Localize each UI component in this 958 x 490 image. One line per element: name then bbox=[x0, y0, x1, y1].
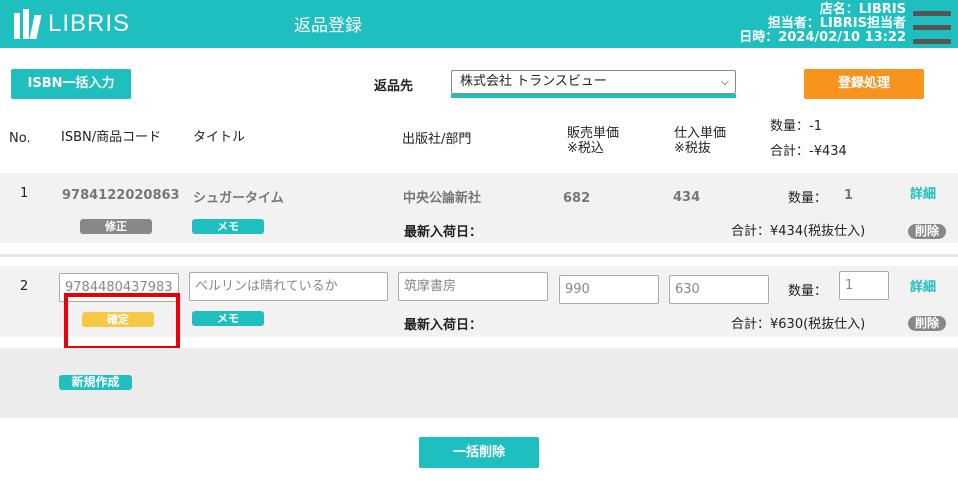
hamburger-menu-button[interactable] bbox=[913, 11, 951, 45]
edit-button[interactable]: 修正 bbox=[80, 219, 152, 234]
logo-text: LIBRIS bbox=[48, 10, 131, 37]
total-sum: 合計：-¥434 bbox=[770, 144, 847, 159]
title-input[interactable]: ベルリンは晴れているか bbox=[189, 272, 388, 301]
row-sale-price: 682 bbox=[563, 191, 591, 206]
memo-button[interactable]: メモ bbox=[192, 311, 264, 326]
col-sale-price-note: ※税込 bbox=[567, 141, 604, 156]
new-create-button[interactable]: 新規作成 bbox=[59, 375, 132, 390]
libris-logo-icon bbox=[14, 9, 42, 39]
sale-price-input[interactable]: 990 bbox=[559, 275, 659, 304]
total-quantity: 数量：-1 bbox=[770, 119, 822, 134]
row-qty-label: 数量： bbox=[788, 284, 828, 299]
return-to-select[interactable]: 株式会社 トランスビュー ⌵ bbox=[451, 70, 736, 94]
publisher-input[interactable]: 筑摩書房 bbox=[398, 272, 548, 301]
store-name: 店名：LIBRIS bbox=[819, 2, 906, 17]
row-title: シュガータイム bbox=[193, 191, 284, 206]
col-no: No. bbox=[9, 131, 31, 146]
header-info: 店名：LIBRIS 担当者：LIBRIS担当者 日時：2024/02/10 13… bbox=[739, 3, 906, 45]
page-title: 返品登録 bbox=[294, 16, 362, 36]
row-divider bbox=[0, 254, 958, 257]
bulk-delete-button[interactable]: 一括削除 bbox=[419, 437, 539, 468]
row-no: 2 bbox=[20, 279, 29, 294]
new-row-area bbox=[0, 348, 958, 418]
row-isbn: 9784122020863 bbox=[62, 188, 180, 203]
row-subtotal: 合計：¥630(税抜仕入) bbox=[731, 317, 866, 332]
row-qty-label: 数量： bbox=[788, 191, 828, 206]
datetime: 日時：2024/02/10 13:22 bbox=[739, 30, 906, 45]
col-isbn: ISBN/商品コード bbox=[61, 130, 162, 145]
return-to-value: 株式会社 トランスビュー bbox=[460, 74, 607, 89]
latest-arrival-label: 最新入荷日： bbox=[404, 225, 483, 240]
memo-button[interactable]: メモ bbox=[192, 219, 264, 234]
register-button[interactable]: 登録処理 bbox=[804, 69, 924, 99]
return-to-label: 返品先 bbox=[374, 79, 414, 94]
select-underline bbox=[451, 94, 736, 98]
delete-button[interactable]: 削除 bbox=[908, 316, 946, 331]
latest-arrival-label: 最新入荷日： bbox=[404, 318, 483, 333]
col-cost-price-note: ※税抜 bbox=[674, 141, 711, 156]
cost-price-input[interactable]: 630 bbox=[669, 275, 769, 304]
col-title: タイトル bbox=[193, 130, 246, 145]
row-publisher: 中央公論新社 bbox=[403, 191, 482, 206]
col-cost-price: 仕入単価 ※税抜 bbox=[674, 126, 726, 156]
detail-link[interactable]: 詳細 bbox=[910, 183, 936, 202]
col-cost-price-label: 仕入単価 bbox=[674, 126, 727, 141]
row-cost-price: 434 bbox=[673, 190, 701, 205]
col-sale-price-label: 販売単価 bbox=[567, 126, 620, 141]
row-no: 1 bbox=[20, 186, 29, 201]
quantity-input[interactable]: 1 bbox=[839, 271, 889, 300]
row-subtotal: 合計：¥434(税抜仕入) bbox=[731, 224, 866, 239]
detail-link[interactable]: 詳細 bbox=[910, 276, 936, 295]
staff-name: 担当者：LIBRIS担当者 bbox=[767, 16, 906, 31]
col-publisher: 出版社/部門 bbox=[402, 132, 472, 147]
chevron-down-icon: ⌵ bbox=[720, 75, 729, 88]
row-qty: 1 bbox=[844, 188, 854, 203]
hamburger-icon bbox=[913, 11, 951, 16]
isbn-bulk-input-button[interactable]: ISBN一括入力 bbox=[11, 69, 131, 99]
col-sale-price: 販売単価 ※税込 bbox=[567, 126, 619, 156]
app-logo[interactable]: LIBRIS bbox=[14, 9, 130, 39]
delete-button[interactable]: 削除 bbox=[908, 224, 946, 239]
highlight-box bbox=[64, 293, 180, 350]
